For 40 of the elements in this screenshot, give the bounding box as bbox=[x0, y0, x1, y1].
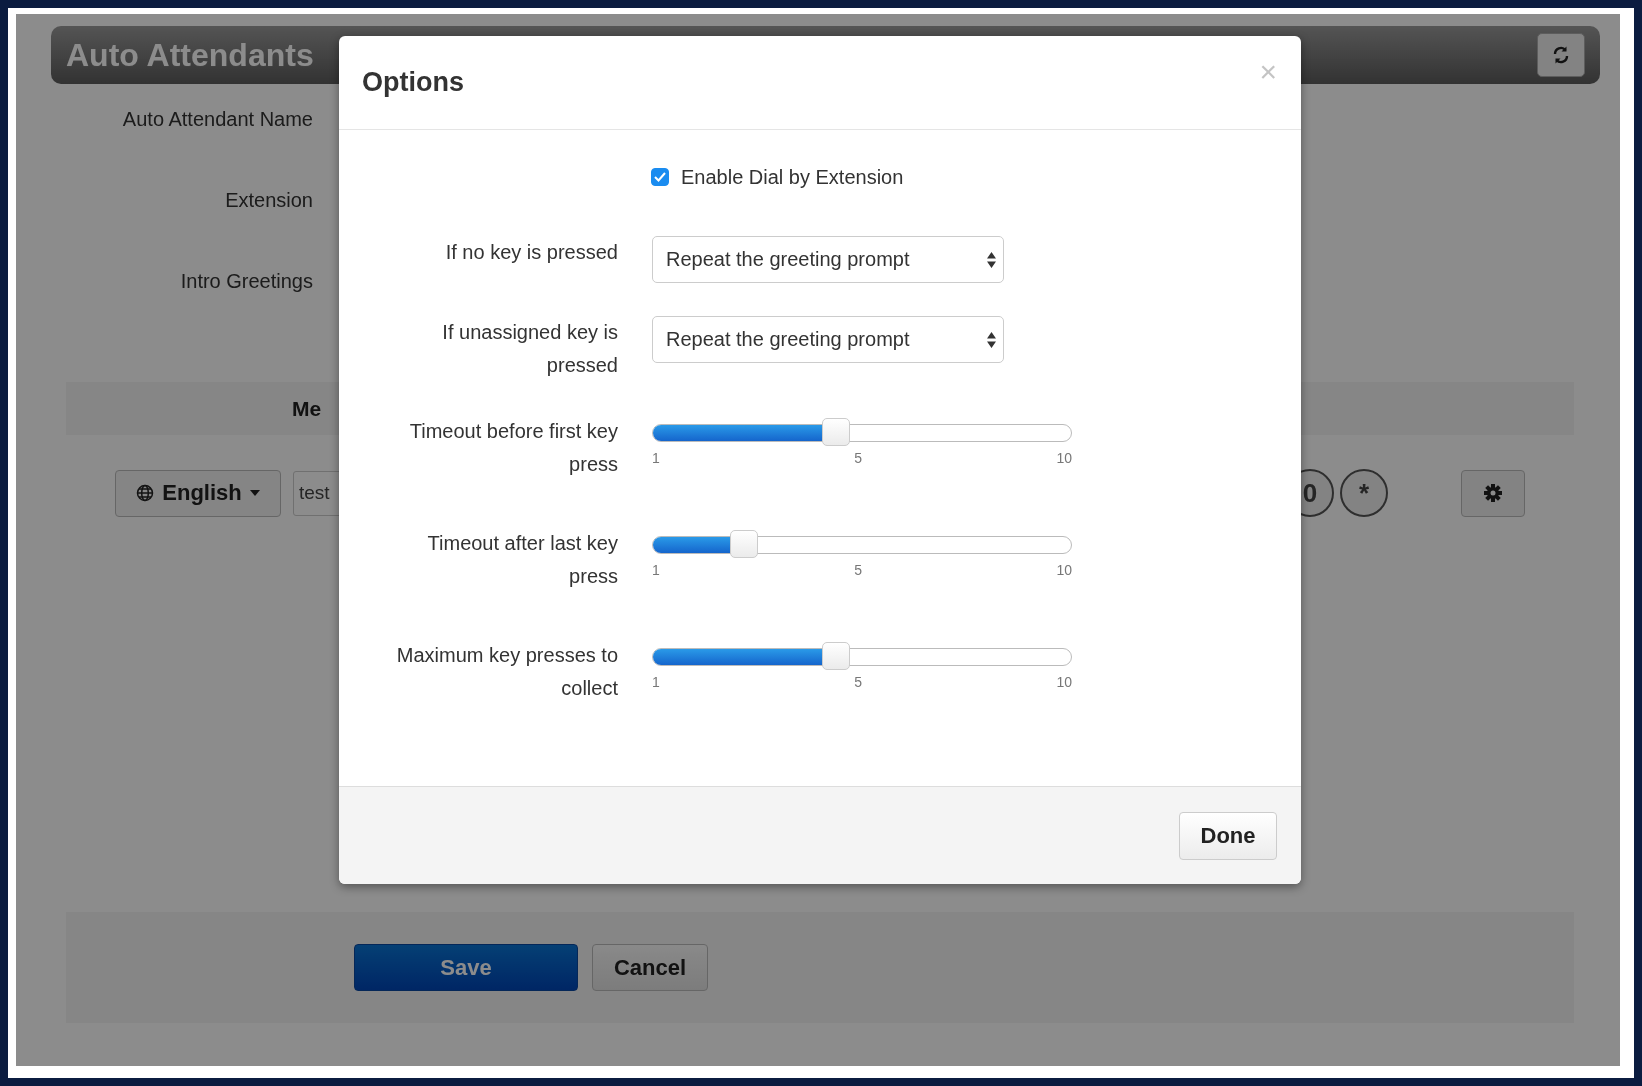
refresh-icon bbox=[1551, 45, 1571, 65]
field-label: Maximum key presses to collect bbox=[395, 643, 618, 701]
field-label: Intro Greetings bbox=[180, 270, 313, 293]
slider-handle[interactable] bbox=[821, 642, 850, 670]
save-button[interactable]: Save bbox=[354, 944, 578, 991]
globe-icon bbox=[136, 484, 155, 502]
language-dropdown[interactable]: English bbox=[115, 469, 281, 517]
caret-icon bbox=[249, 490, 260, 496]
settings-button[interactable] bbox=[1461, 469, 1525, 517]
tick-label: 1 bbox=[652, 450, 660, 466]
tick-label: 10 bbox=[1056, 674, 1072, 690]
done-button[interactable]: Done bbox=[1179, 811, 1277, 860]
sort-arrows-icon bbox=[987, 251, 996, 268]
slider-handle[interactable] bbox=[821, 418, 850, 446]
column-header: Me bbox=[292, 396, 322, 421]
checkbox-label: Enable Dial by Extension bbox=[681, 165, 904, 189]
page-title: Auto Attendants bbox=[66, 36, 314, 74]
field-label: Auto Attendant Name bbox=[122, 108, 313, 131]
tick-label: 10 bbox=[1056, 450, 1072, 466]
tick-label: 1 bbox=[652, 562, 660, 578]
field-label: Timeout before first key press bbox=[408, 419, 618, 477]
tick-label: 10 bbox=[1056, 562, 1072, 578]
tick-label: 5 bbox=[854, 450, 862, 466]
keypad-key[interactable]: * bbox=[1340, 469, 1388, 517]
sort-arrows-icon bbox=[987, 331, 996, 348]
refresh-button[interactable] bbox=[1537, 33, 1585, 77]
dropdown[interactable]: Repeat the greeting prompt bbox=[652, 236, 1004, 283]
tick-label: 5 bbox=[854, 674, 862, 690]
settings-icon bbox=[1483, 483, 1503, 503]
checkbox[interactable] bbox=[651, 168, 669, 186]
tick-label: 1 bbox=[652, 674, 660, 690]
slider-handle[interactable] bbox=[729, 530, 758, 558]
field-label: If no key is pressed bbox=[444, 240, 618, 265]
dropdown[interactable]: Repeat the greeting prompt bbox=[652, 316, 1004, 363]
field-label: Timeout after last key press bbox=[426, 531, 618, 589]
tick-label: 5 bbox=[854, 562, 862, 578]
field-label: If unassigned key is pressed bbox=[441, 320, 618, 378]
field-label: Extension bbox=[225, 189, 313, 212]
cancel-button[interactable]: Cancel bbox=[592, 944, 708, 991]
dialog-title: Options bbox=[362, 67, 464, 98]
